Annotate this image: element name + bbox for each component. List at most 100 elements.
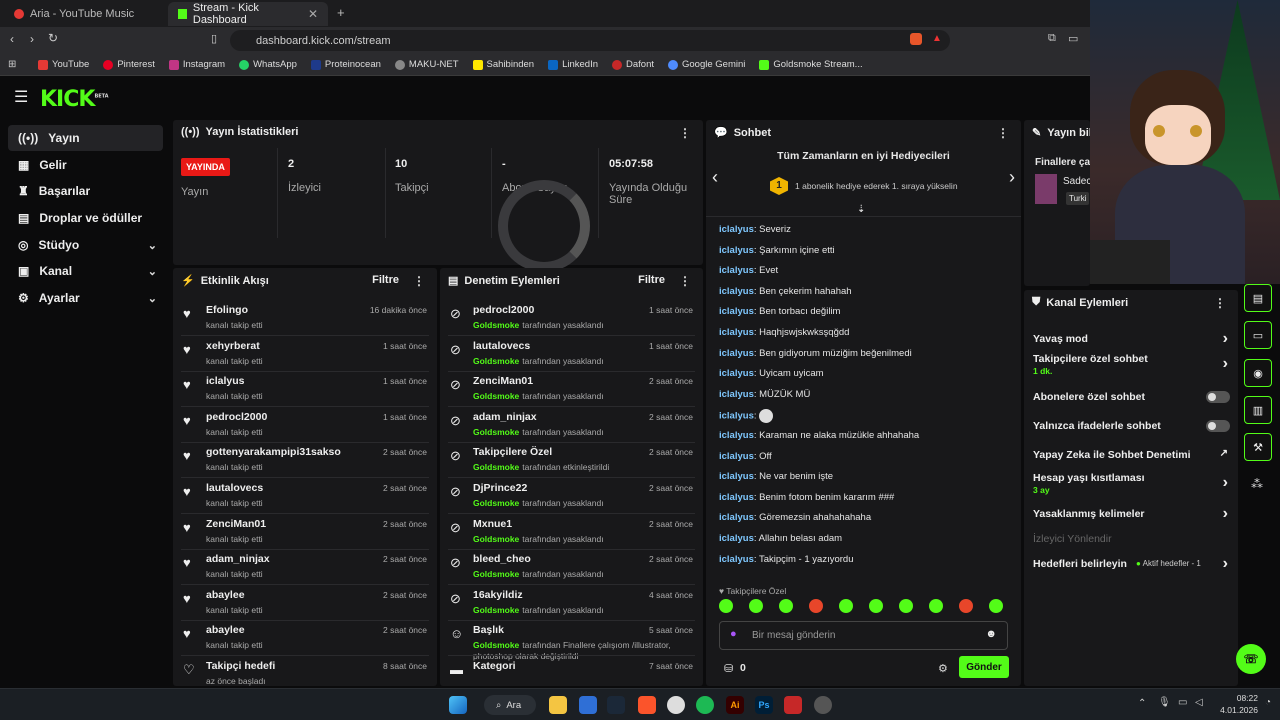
forward-icon[interactable]: › [30,32,34,46]
emote-icon[interactable] [959,599,973,613]
sidebar-item-droplar[interactable]: ▤ Droplar ve ödüller [8,205,163,231]
more-options-icon[interactable]: ⋮ [679,126,691,140]
sidebar-item-studyo[interactable]: ◎ Stüdyo ⌄ [8,232,163,258]
list-item[interactable]: ⊘ Takipçilere Özel Goldsmoke tarafından etk… [440,443,703,479]
mic-icon[interactable]: ● [730,628,737,640]
external-link-icon[interactable]: ↗ [1220,448,1228,459]
chat-username[interactable]: iclalyus [719,389,754,400]
chat-input[interactable]: ● Bir mesaj gönderin ☻ [719,621,1008,650]
brave-shield-icon[interactable] [910,33,922,45]
more-options-icon[interactable]: ⋮ [413,274,425,288]
emote-icon[interactable] [809,599,823,613]
brave-rewards-icon[interactable]: ▲ [932,33,942,44]
chat-username[interactable]: iclalyus [719,430,754,441]
bookmark-youtube[interactable]: YouTube [38,59,89,70]
emote-icon[interactable] [839,599,853,613]
emote-icon[interactable] [869,599,883,613]
bookmark-dafont[interactable]: Dafont [612,59,654,70]
bookmark-maku-net[interactable]: MAKU-NET [394,59,459,70]
list-item[interactable]: ♥ xehyrberat kanalı takip etti 1 saat önce [173,337,437,373]
chevron-right-icon[interactable]: › [1223,505,1228,523]
list-item[interactable]: ⊘ Mxnue1 Goldsmoke tarafından yasaklandı 2 s… [440,515,703,551]
chevron-right-icon[interactable]: › [1223,474,1228,492]
chat-username[interactable]: iclalyus [719,265,754,276]
list-item[interactable]: ☺ Başlık Goldsmoke tarafından Finallere çal… [440,621,703,661]
outlook-icon[interactable] [579,696,597,714]
support-chat-icon[interactable]: ☏ [1236,644,1266,674]
illustrator-icon[interactable]: Ai [726,696,744,714]
chat-username[interactable]: iclalyus [719,512,754,523]
emote-icon[interactable] [749,599,763,613]
bookmark-proteinocean[interactable]: Proteinocean [310,59,381,70]
list-item[interactable]: ⊘ ZenciMan01 Goldsmoke tarafından yasakland… [440,372,703,408]
taskbar-search[interactable]: ⌕ Ara [484,695,536,715]
chat-username[interactable]: iclalyus [719,492,754,503]
rail-chat-icon[interactable]: ▭ [1244,321,1272,349]
sidebar-item-gelir[interactable]: ▦ Gelir [8,152,163,178]
channel-action-0[interactable]: Yavaş mod › [1026,325,1228,353]
rail-stats-icon[interactable]: ▤ [1244,284,1272,312]
sidebar-toggle-icon[interactable]: ▭ [1068,32,1078,45]
bookmark-linkedin[interactable]: LinkedIn [548,59,598,70]
sidebar-item-kanal[interactable]: ▣ Kanal ⌄ [8,258,163,284]
list-item[interactable]: ♥ adam_ninjax kanalı takip etti 2 saat önce [173,550,437,586]
menu-hamburger-icon[interactable]: ☰ [14,87,28,107]
emote-icon[interactable] [899,599,913,613]
list-item[interactable]: ♡ Takipçi hedefi az önce başladı 8 saat önc… [173,657,437,686]
bookmark-pinterest[interactable]: Pinterest [103,59,155,70]
scroll-down-icon[interactable]: ⇣ [857,204,865,215]
channel-action-8[interactable]: Hedefleri belirleyin › ● Aktif hedefler - … [1026,550,1228,578]
chat-settings-icon[interactable]: ⚙ [938,662,948,675]
tray-overflow-icon[interactable]: ⌃ [1138,698,1146,709]
toggle-switch[interactable] [1206,420,1230,432]
tab-youtube-music[interactable]: Aria - YouTube Music [4,2,164,26]
list-item[interactable]: ♥ ZenciMan01 kanalı takip etti 2 saat önce [173,515,437,551]
steam-icon[interactable] [607,696,625,714]
list-item[interactable]: ⊘ bleed_cheo Goldsmoke tarafından yasakland… [440,550,703,586]
chat-username[interactable]: iclalyus [719,471,754,482]
more-options-icon[interactable]: ⋮ [997,126,1009,140]
chat-username[interactable]: iclalyus [719,348,754,359]
chat-username[interactable]: iclalyus [719,554,754,565]
apps-grid-icon[interactable]: ⊞ [8,59,16,70]
bookmark-sahibinden[interactable]: Sahibinden [472,59,534,70]
sidebar-item-basarilar[interactable]: ♜ Başarılar [8,178,163,204]
chat-username[interactable]: iclalyus [719,411,754,422]
channel-action-6[interactable]: Yasaklanmış kelimeler › [1026,500,1228,528]
bookmark-whatsapp[interactable]: WhatsApp [239,59,297,70]
photoshop-icon[interactable]: Ps [755,696,773,714]
chat-username[interactable]: iclalyus [719,533,754,544]
chat-username[interactable]: iclalyus [719,327,754,338]
obs-icon[interactable] [814,696,832,714]
emote-icon[interactable] [719,599,733,613]
tab-kick-dashboard[interactable]: Stream - Kick Dashboard ✕ [168,2,328,26]
filter-button[interactable]: Filtre [372,274,399,286]
emote-icon[interactable] [779,599,793,613]
chat-username[interactable]: iclalyus [719,368,754,379]
channel-action-2[interactable]: Abonelere özel sohbet [1026,383,1230,411]
list-item[interactable]: ▬ Kategori 7 saat önce [440,657,703,686]
list-item[interactable]: ♥ lautalovecs kanalı takip etti 2 saat önce [173,479,437,515]
extensions-icon[interactable]: ⧉ [1048,32,1056,45]
file-explorer-icon[interactable] [549,696,567,714]
list-item[interactable]: ♥ abaylee kanalı takip etti 2 saat önce [173,621,437,657]
bookmark-instagram[interactable]: Instagram [168,59,225,70]
valorant-icon[interactable] [784,696,802,714]
new-tab-icon[interactable]: + [337,5,345,20]
reload-icon[interactable]: ↻ [48,31,58,45]
list-item[interactable]: ⊘ adam_ninjax Goldsmoke tarafından yasaklan… [440,408,703,444]
chat-username[interactable]: iclalyus [719,286,754,297]
address-bar[interactable]: dashboard.kick.com/stream [230,30,950,51]
chat-username[interactable]: iclalyus [719,306,754,317]
more-options-icon[interactable]: ⋮ [1214,296,1226,310]
clock[interactable]: 08:22 4.01.2026 [1214,692,1258,716]
toggle-switch[interactable] [1206,391,1230,403]
bookmark-goldsmoke-stream[interactable]: Goldsmoke Stream... [759,59,863,70]
chevron-right-icon[interactable]: › [1009,167,1015,188]
chat-username[interactable]: iclalyus [719,451,754,462]
chevron-right-icon[interactable]: › [1223,355,1228,373]
channel-action-5[interactable]: Hesap yaşı kısıtlaması 3 ay › [1026,469,1228,497]
bookmark-icon[interactable]: ▯ [211,32,217,45]
bookmark-google-gemini[interactable]: Google Gemini [668,59,745,70]
volume-icon[interactable]: ◁ [1195,697,1203,708]
